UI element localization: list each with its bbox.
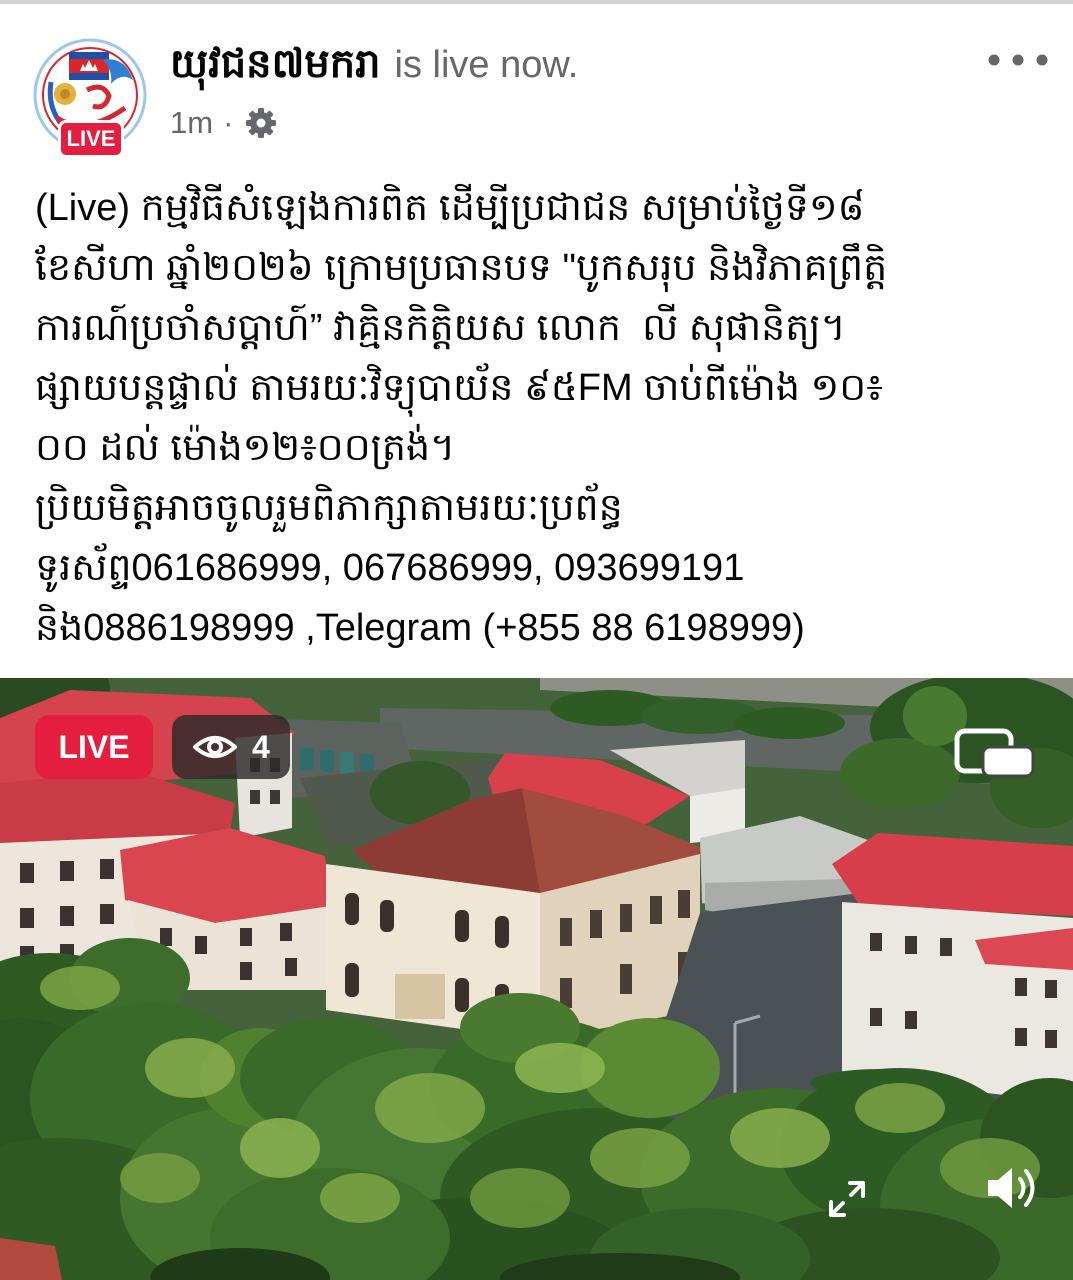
live-status-text: is live now. [394, 44, 579, 86]
picture-in-picture-icon[interactable] [953, 727, 1037, 779]
tree-highlight [320, 1173, 400, 1223]
window [345, 963, 359, 997]
post-text-line: ប្រិយមិត្តអាចចូលរួមពិភាក្សាតាមរយៈប្រព័ន្… [35, 487, 623, 529]
expand-icon[interactable] [823, 1175, 871, 1223]
window [380, 900, 394, 932]
live-badge: LIVE [35, 715, 153, 779]
tree-highlight [120, 1153, 200, 1203]
window [345, 893, 359, 925]
tree [840, 738, 960, 808]
window [240, 962, 252, 980]
car [320, 750, 334, 772]
tree-highlight [40, 966, 120, 1010]
car [340, 752, 354, 774]
window [240, 928, 252, 946]
window [620, 964, 632, 994]
more-options-icon[interactable] [987, 53, 1049, 67]
post-text-line: ការណ៍ប្រចាំសប្តាហ៍” វាគ្មិនកិត្តិយស លោក … [35, 307, 846, 349]
viewer-count-badge: 4 [172, 715, 290, 779]
window [620, 904, 632, 932]
post-text-line: (Live) កម្មវិធីសំឡេងការពិត ដើម្បីប្រជាជន… [35, 187, 865, 229]
fullscreen-button[interactable] [823, 1175, 871, 1223]
window [650, 896, 662, 924]
window [20, 908, 34, 928]
window [940, 938, 952, 956]
tree-highlight [240, 1118, 320, 1178]
window [60, 861, 74, 881]
post-text-line: ផ្សាយបន្តផ្ទាល់ តាមរយៈវិទ្យុបាយ័ន ៩៥FM ច… [35, 367, 883, 409]
window [455, 910, 469, 942]
window [270, 790, 280, 804]
top-divider [0, 0, 1073, 4]
post-text-line: និង0886198999 ,Telegram (+855 88 6198999… [35, 607, 805, 649]
page-name-link[interactable]: យុវជន៧មករា [170, 34, 381, 94]
window [60, 906, 74, 926]
tree-highlight [515, 1043, 605, 1093]
window [280, 923, 292, 941]
avatar-live-badge: LIVE [58, 120, 124, 158]
tree-highlight [375, 1073, 485, 1143]
tree-highlight [470, 1168, 570, 1228]
speaker-icon[interactable] [984, 1160, 1042, 1216]
window [678, 890, 690, 918]
window [905, 936, 917, 954]
post-text-line: ខែសីហា ឆ្នាំ២០២៦ ក្រោមប្រធានបទ "បូកសរុប … [35, 247, 888, 289]
video-frame [0, 678, 1073, 1280]
post-message: (Live) កម្មវិធីសំឡេងការពិត ដើម្បីប្រជាជន… [35, 178, 1050, 658]
tree-highlight [145, 1038, 235, 1098]
post-text-line: ទូរស័ព្ទ061686999, 067686999, 093699191 [35, 547, 745, 589]
post-timestamp[interactable]: 1m [170, 105, 213, 141]
window [870, 933, 882, 951]
tree-highlight [855, 1083, 945, 1133]
window [905, 1011, 917, 1029]
roof [832, 833, 1073, 916]
window [195, 936, 207, 954]
sound-button[interactable] [984, 1160, 1042, 1216]
window [1045, 980, 1057, 998]
gear-icon[interactable] [245, 107, 277, 139]
tree-highlight [730, 1108, 830, 1168]
tree-highlight [590, 1128, 690, 1188]
window [560, 918, 572, 946]
hedge [735, 707, 845, 739]
window [1045, 1030, 1057, 1048]
picture-in-picture-button[interactable] [953, 727, 1037, 779]
meta-separator: · [223, 105, 234, 140]
window [1015, 978, 1027, 996]
window [870, 1008, 882, 1026]
post-meta: 1m · [170, 101, 277, 145]
window [590, 910, 602, 938]
entrance [395, 974, 445, 1019]
window [250, 790, 260, 804]
window [160, 928, 172, 946]
viewer-count: 4 [252, 729, 270, 765]
window [100, 904, 114, 924]
window [100, 859, 114, 879]
more-options-button[interactable] [987, 53, 1049, 67]
window [20, 863, 34, 883]
post-author-row: យុវជន៧មករា is live now. [170, 34, 578, 94]
window [455, 978, 469, 1012]
window [285, 958, 297, 976]
live-video-player[interactable]: LIVE 4 [0, 678, 1073, 1280]
window [1015, 1028, 1027, 1046]
page-avatar[interactable]: LIVE [33, 38, 147, 158]
eye-icon [193, 736, 237, 758]
window [495, 916, 509, 948]
car [300, 748, 314, 770]
post-text-line: ០០ ដល់ ម៉ោង១២៖០០ត្រង់។ [35, 427, 456, 469]
